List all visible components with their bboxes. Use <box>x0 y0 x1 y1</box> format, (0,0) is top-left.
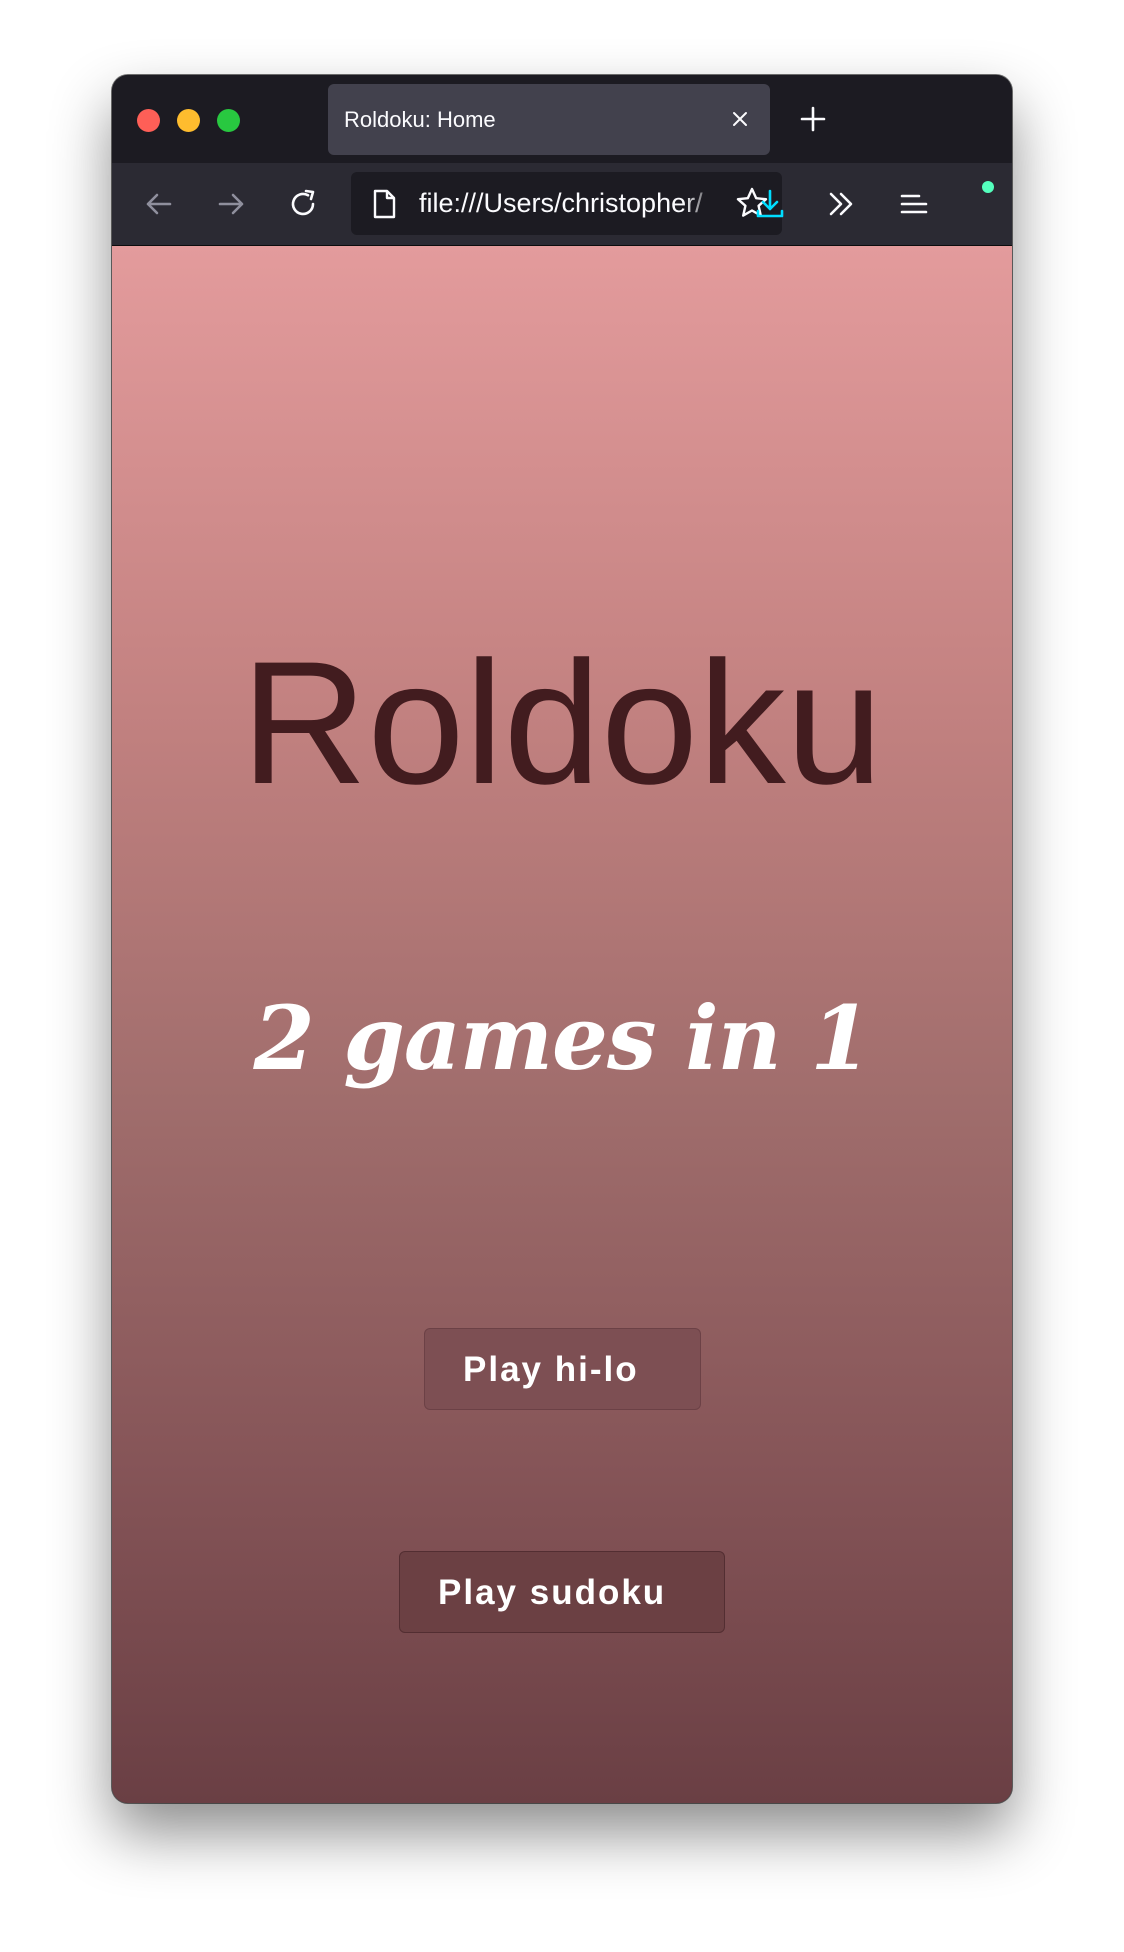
minimize-window-button[interactable] <box>177 109 200 132</box>
url-bar[interactable]: file:///Users/christopher/ <box>351 172 782 235</box>
update-notification-dot <box>982 181 994 193</box>
page-subtitle: 2 games in 1 <box>253 986 872 1090</box>
tab-roldoku-home[interactable]: Roldoku: Home <box>328 84 770 155</box>
nav-toolbar: file:///Users/christopher/ <box>112 163 1012 246</box>
arrow-right-icon[interactable] <box>214 187 248 221</box>
close-window-button[interactable] <box>137 109 160 132</box>
arrow-left-icon[interactable] <box>142 187 176 221</box>
tab-title: Roldoku: Home <box>344 107 496 132</box>
download-icon[interactable] <box>753 187 787 221</box>
chevron-double-right-icon[interactable] <box>825 187 859 221</box>
document-icon <box>373 189 396 219</box>
play-hilo-button[interactable]: Play hi-lo <box>424 1328 701 1410</box>
url-text[interactable]: file:///Users/christopher/ <box>419 172 719 235</box>
zoom-window-button[interactable] <box>217 109 240 132</box>
plus-icon[interactable] <box>797 103 829 135</box>
play-sudoku-button[interactable]: Play sudoku <box>399 1551 725 1633</box>
close-icon[interactable] <box>728 107 752 131</box>
reload-icon[interactable] <box>286 187 320 221</box>
page-content: Roldoku 2 games in 1 Play hi-lo Play sud… <box>112 246 1012 1803</box>
title-bar: Roldoku: Home <box>112 75 1012 163</box>
browser-window: Roldoku: Home file:///Users/christopher/ <box>112 75 1012 1803</box>
hamburger-menu-icon[interactable] <box>897 187 931 221</box>
page-title: Roldoku <box>240 626 884 821</box>
